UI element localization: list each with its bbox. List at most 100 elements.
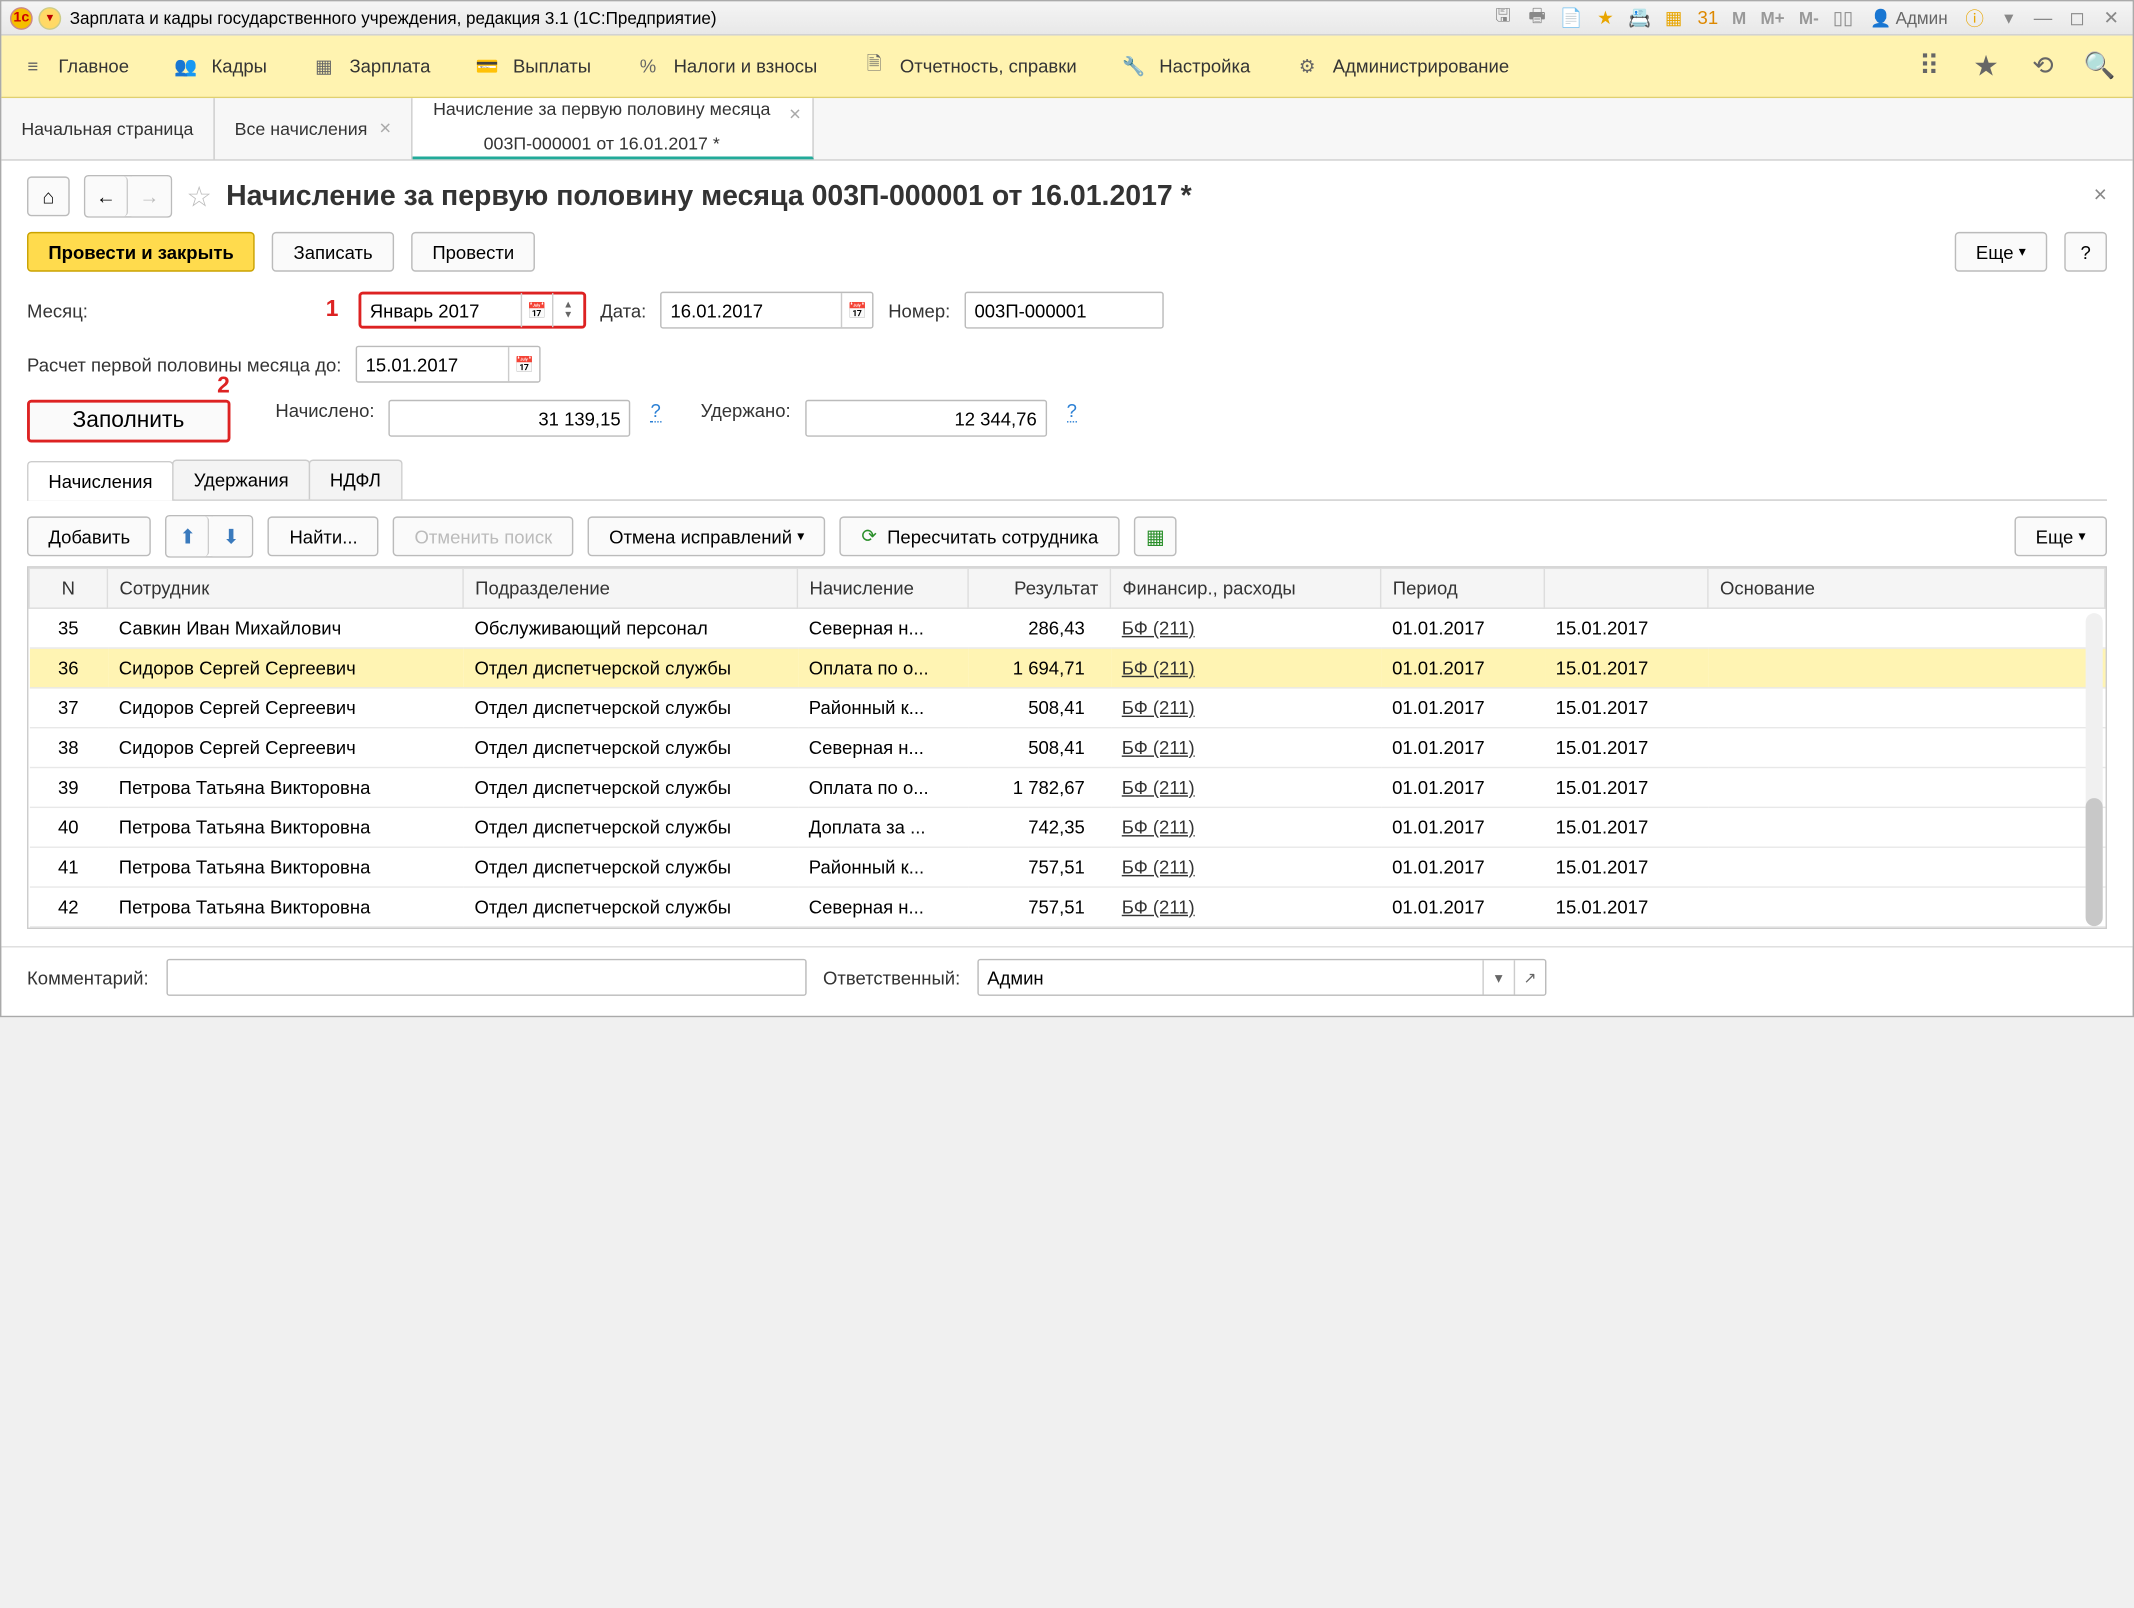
spinner-icon[interactable]: ▲▼ — [552, 293, 583, 327]
subtab-deductions[interactable]: Удержания — [172, 460, 310, 500]
tb-list-icon[interactable]: ▦ — [1661, 5, 1687, 31]
withheld-input[interactable]: 12 344,76 — [805, 400, 1047, 437]
calendar-icon[interactable]: 📅 — [521, 293, 552, 327]
finance-link[interactable]: БФ (211) — [1122, 856, 1195, 877]
columns-config-button[interactable]: ▦ — [1134, 516, 1177, 556]
calendar-icon[interactable]: 📅 — [508, 347, 539, 381]
tb-calendar-icon[interactable]: 31 — [1695, 5, 1721, 31]
finance-link[interactable]: БФ (211) — [1122, 737, 1195, 758]
col-employee[interactable]: Сотрудник — [107, 568, 463, 608]
tb-calc-icon[interactable]: 📇 — [1627, 5, 1653, 31]
col-accrual[interactable]: Начисление — [797, 568, 968, 608]
table-row[interactable]: 35Савкин Иван МихайловичОбслуживающий пе… — [29, 608, 2105, 648]
month-input[interactable]: Январь 2017 📅 ▲▼ — [358, 292, 586, 329]
help-button[interactable]: ? — [2064, 232, 2107, 272]
menu-settings[interactable]: 🔧Настройка — [1119, 52, 1250, 80]
date-input[interactable]: 16.01.2017 📅 — [661, 292, 874, 329]
minimize-button[interactable]: — — [2030, 5, 2056, 31]
tb-mplus-button[interactable]: M+ — [1758, 5, 1788, 31]
menu-reports[interactable]: 🗎Отчетность, справки — [860, 52, 1077, 80]
calc-until-input[interactable]: 15.01.2017 📅 — [356, 346, 541, 383]
more-button[interactable]: Еще ▾ — [1955, 232, 2048, 272]
col-period1[interactable]: Период — [1381, 568, 1545, 608]
accrued-input[interactable]: 31 139,15 — [389, 400, 631, 437]
move-up-button[interactable]: ⬆ — [167, 516, 210, 556]
favorite-star-icon[interactable]: ☆ — [186, 179, 212, 215]
menu-admin[interactable]: ⚙Администрирование — [1293, 52, 1509, 80]
save-button[interactable]: Записать — [272, 232, 394, 272]
tb-mminus-button[interactable]: M- — [1796, 5, 1822, 31]
find-button[interactable]: Найти... — [268, 516, 379, 556]
menu-nalogi[interactable]: %Налоги и взносы — [634, 52, 818, 80]
finance-link[interactable]: БФ (211) — [1122, 617, 1195, 638]
table-row[interactable]: 37Сидоров Сергей СергеевичОтдел диспетче… — [29, 688, 2105, 728]
more-table-button[interactable]: Еще ▾ — [2014, 516, 2107, 556]
table-row[interactable]: 40Петрова Татьяна ВикторовнаОтдел диспет… — [29, 807, 2105, 847]
finance-link[interactable]: БФ (211) — [1122, 657, 1195, 678]
tb-info-icon[interactable]: ⓘ — [1962, 5, 1988, 31]
tb-m-button[interactable]: M — [1729, 5, 1749, 31]
vertical-scrollbar[interactable] — [2086, 613, 2103, 925]
table-row[interactable]: 36Сидоров Сергей СергеевичОтдел диспетче… — [29, 648, 2105, 688]
subtab-accruals[interactable]: Начисления — [27, 461, 174, 501]
tab-start-page[interactable]: Начальная страница — [1, 98, 214, 159]
menu-zarplata[interactable]: ▦Зарплата — [310, 52, 431, 80]
close-window-button[interactable]: ✕ — [2098, 5, 2124, 31]
close-form-button[interactable]: × — [2094, 184, 2107, 210]
table-row[interactable]: 41Петрова Татьяна ВикторовнаОтдел диспет… — [29, 847, 2105, 887]
tb-favorites-icon[interactable]: ★ — [1593, 5, 1619, 31]
close-icon[interactable]: ✕ — [789, 107, 802, 127]
tb-copy-icon[interactable]: 📄 — [1558, 5, 1584, 31]
col-department[interactable]: Подразделение — [463, 568, 797, 608]
calendar-icon[interactable]: 📅 — [841, 293, 872, 327]
close-icon[interactable]: ✕ — [379, 120, 392, 138]
col-finance[interactable]: Финансир., расходы — [1110, 568, 1380, 608]
cancel-search-button[interactable]: Отменить поиск — [393, 516, 573, 556]
fill-button[interactable]: Заполнить — [27, 400, 230, 443]
recalc-button[interactable]: ⟳ Пересчитать сотрудника — [840, 516, 1120, 556]
number-input[interactable]: 003П-000001 — [965, 292, 1164, 329]
menu-vyplaty[interactable]: 💳Выплаты — [473, 52, 591, 80]
maximize-button[interactable]: ◻ — [2064, 5, 2090, 31]
tb-panels-icon[interactable]: ▯▯ — [1830, 5, 1856, 31]
chevron-down-icon[interactable]: ▾ — [1482, 960, 1513, 994]
cancel-corrections-button[interactable]: Отмена исправлений ▾ — [588, 516, 826, 556]
tb-dropdown-icon[interactable]: ▾ — [1996, 5, 2022, 31]
menu-kadry[interactable]: 👥Кадры — [172, 52, 267, 80]
history-icon[interactable]: ⟲ — [2027, 51, 2058, 82]
col-basis[interactable]: Основание — [1708, 568, 2105, 608]
accrued-hint-link[interactable]: ? — [651, 400, 661, 423]
star-icon[interactable]: ★ — [1970, 51, 2001, 82]
scrollbar-thumb[interactable] — [2086, 798, 2103, 926]
finance-link[interactable]: БФ (211) — [1122, 817, 1195, 838]
add-button[interactable]: Добавить — [27, 516, 151, 556]
comment-input[interactable] — [166, 959, 806, 996]
open-icon[interactable]: ↗ — [1514, 960, 1545, 994]
user-display[interactable]: 👤 Админ — [1864, 8, 1953, 28]
back-button[interactable]: ← — [85, 176, 128, 216]
table-row[interactable]: 38Сидоров Сергей СергеевичОтдел диспетче… — [29, 728, 2105, 768]
table-row[interactable]: 39Петрова Татьяна ВикторовнаОтдел диспет… — [29, 768, 2105, 808]
forward-button[interactable]: → — [128, 176, 171, 216]
search-icon[interactable]: 🔍 — [2084, 51, 2115, 82]
app-menu-icon[interactable]: ▾ — [38, 6, 61, 29]
tb-save-icon[interactable]: 🖫 — [1490, 5, 1516, 31]
post-and-close-button[interactable]: Провести и закрыть — [27, 232, 255, 272]
home-button[interactable]: ⌂ — [27, 176, 70, 216]
finance-link[interactable]: БФ (211) — [1122, 777, 1195, 798]
tab-all-accruals[interactable]: Все начисления✕ — [215, 98, 413, 159]
post-button[interactable]: Провести — [411, 232, 536, 272]
finance-link[interactable]: БФ (211) — [1122, 697, 1195, 718]
apps-grid-icon[interactable]: ⠿ — [1913, 51, 1944, 82]
menu-main[interactable]: ≡Главное — [18, 52, 129, 80]
col-n[interactable]: N — [29, 568, 107, 608]
responsible-input[interactable]: Админ ▾ ↗ — [977, 959, 1546, 996]
tab-document[interactable]: Начисление за первую половину месяца 003… — [413, 98, 814, 159]
finance-link[interactable]: БФ (211) — [1122, 896, 1195, 917]
move-down-button[interactable]: ⬇ — [210, 516, 253, 556]
withheld-hint-link[interactable]: ? — [1067, 400, 1077, 423]
col-period2[interactable] — [1544, 568, 1708, 608]
subtab-ndfl[interactable]: НДФЛ — [309, 460, 403, 500]
col-result[interactable]: Результат — [968, 568, 1110, 608]
table-row[interactable]: 42Петрова Татьяна ВикторовнаОтдел диспет… — [29, 887, 2105, 927]
